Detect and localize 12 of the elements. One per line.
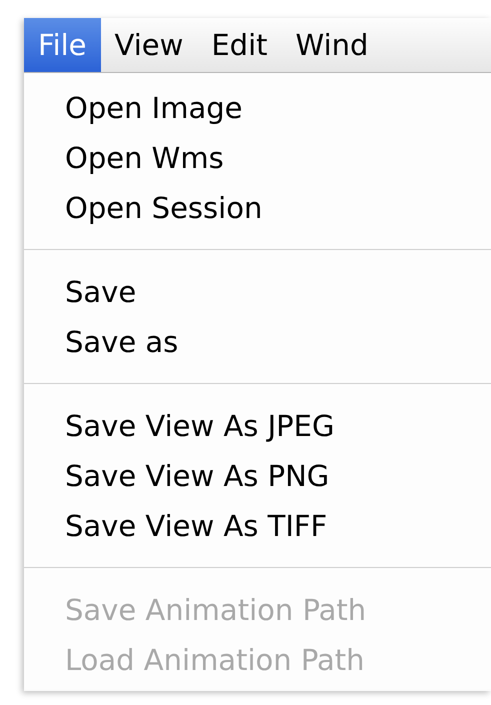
menu-item[interactable]: Save as <box>65 317 178 367</box>
menu-bar-item[interactable]: Edit <box>197 18 282 72</box>
menu-bar-item[interactable]: View <box>100 18 198 72</box>
menu-item[interactable]: Open Wms <box>65 133 224 183</box>
menu-item[interactable]: Save <box>65 267 136 317</box>
menu-bar-item[interactable]: Wind <box>282 18 382 72</box>
menu-item[interactable]: Open Image <box>65 83 242 133</box>
menu-item[interactable]: Open Session <box>65 183 262 233</box>
menu-item[interactable]: Save View As PNG <box>65 451 330 501</box>
menu-bar-item[interactable]: File <box>24 18 101 72</box>
menu-item[interactable]: Save View As JPEG <box>65 401 334 451</box>
menu-item[interactable]: Save View As TIFF <box>65 501 328 551</box>
